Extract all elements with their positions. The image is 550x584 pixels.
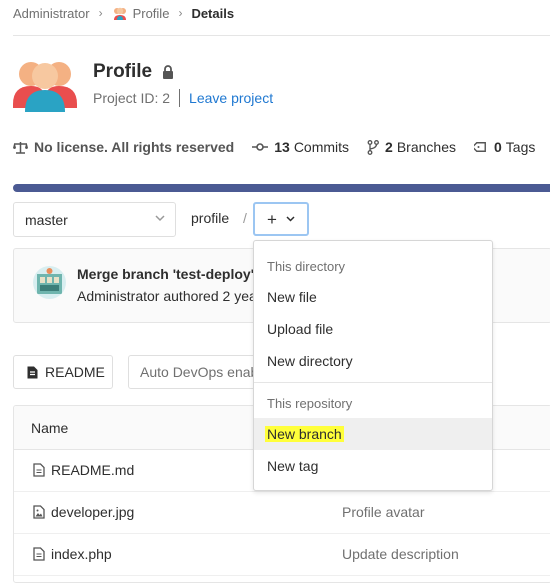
chevron-down-icon [286, 216, 295, 222]
commit-icon [252, 143, 269, 151]
new-tag-label: New tag [267, 458, 319, 474]
tag-icon [474, 142, 486, 152]
project-meta: Project ID: 2 Leave project [93, 89, 273, 107]
new-file-label: New file [267, 289, 317, 305]
branch-icon [367, 139, 379, 155]
table-row[interactable]: developer.jpg Profile avatar [14, 492, 550, 534]
new-directory-label: New directory [267, 353, 353, 369]
breadcrumb-profile[interactable]: Profile [133, 6, 170, 21]
branches-stat[interactable]: 2 Branches [367, 139, 456, 155]
dropdown-header-directory: This directory [267, 259, 346, 274]
auto-devops-label: Auto DevOps enab [140, 364, 259, 380]
file-text-icon [33, 463, 45, 477]
file-name-cell[interactable]: developer.jpg [33, 504, 134, 520]
branches-count: 2 [385, 139, 393, 155]
repo-path-link[interactable]: profile [191, 210, 229, 226]
commit-author-avatar[interactable] [33, 266, 66, 299]
file-name-text: developer.jpg [51, 504, 135, 520]
breadcrumb: Administrator › Profile › Details [13, 4, 234, 22]
new-branch-menu-item[interactable]: New branch [254, 418, 492, 450]
project-avatar-small-icon [113, 7, 126, 20]
file-text-icon [33, 547, 45, 561]
commits-count: 13 [274, 139, 290, 155]
plus-icon: + [267, 209, 277, 229]
repo-language-bar [13, 184, 550, 192]
tags-label: Tags [505, 139, 536, 155]
file-text-icon [27, 366, 38, 378]
readme-button[interactable]: README [13, 355, 113, 389]
breadcrumb-details[interactable]: Details [191, 6, 234, 21]
project-stats: No license. All rights reserved 13 Commi… [13, 139, 550, 155]
lock-icon [163, 65, 174, 79]
scale-icon [13, 141, 28, 154]
new-branch-label: New branch [265, 426, 344, 442]
branch-selector[interactable]: master [13, 202, 176, 237]
license-stat[interactable]: No license. All rights reserved [13, 139, 234, 155]
tags-stat[interactable]: 0 Tags [474, 139, 535, 155]
tags-count: 0 [494, 139, 502, 155]
dropdown-header-repository: This repository [267, 396, 353, 411]
project-avatar [13, 62, 77, 112]
new-directory-menu-item[interactable]: New directory [254, 345, 492, 377]
file-name-text: README.md [51, 462, 135, 478]
table-row[interactable]: index.php Update description [14, 534, 550, 576]
image-file-icon [33, 505, 45, 519]
new-file-menu-item[interactable]: New file [254, 281, 492, 313]
commits-label: Commits [293, 139, 350, 155]
license-text: No license. All rights reserved [34, 139, 235, 155]
add-to-tree-dropdown: This directory New file Upload file New … [253, 240, 493, 491]
upload-file-label: Upload file [267, 321, 334, 337]
commits-stat[interactable]: 13 Commits [252, 139, 349, 155]
file-name-cell[interactable]: README.md [33, 462, 134, 478]
leave-project-link[interactable]: Leave project [189, 90, 273, 106]
chevron-right-icon: › [178, 6, 183, 20]
project-id: Project ID: 2 [93, 90, 171, 106]
header-divider [13, 35, 550, 36]
file-name-cell[interactable]: index.php [33, 546, 112, 562]
new-tag-menu-item[interactable]: New tag [254, 450, 492, 482]
upload-file-menu-item[interactable]: Upload file [254, 313, 492, 345]
path-separator: / [243, 210, 247, 226]
commit-title-link[interactable]: Merge branch 'test-deploy' i [77, 266, 262, 282]
file-commit-message[interactable]: Profile avatar [342, 504, 424, 520]
column-name-header: Name [31, 420, 69, 436]
meta-divider [179, 89, 181, 107]
dropdown-divider [254, 382, 492, 383]
project-title: Profile [93, 61, 174, 83]
add-to-tree-button[interactable]: + [253, 202, 309, 236]
readme-label: README [45, 364, 105, 380]
commit-author-text: Administrator authored 2 yea [77, 288, 257, 304]
file-name-text: index.php [51, 546, 112, 562]
branch-selector-value: master [25, 211, 68, 228]
project-title-text: Profile [93, 61, 153, 82]
file-commit-message[interactable]: Update description [342, 546, 459, 562]
chevron-right-icon: › [98, 6, 103, 20]
breadcrumb-administrator[interactable]: Administrator [13, 6, 90, 21]
chevron-down-icon [155, 215, 165, 222]
branches-label: Branches [396, 139, 456, 155]
